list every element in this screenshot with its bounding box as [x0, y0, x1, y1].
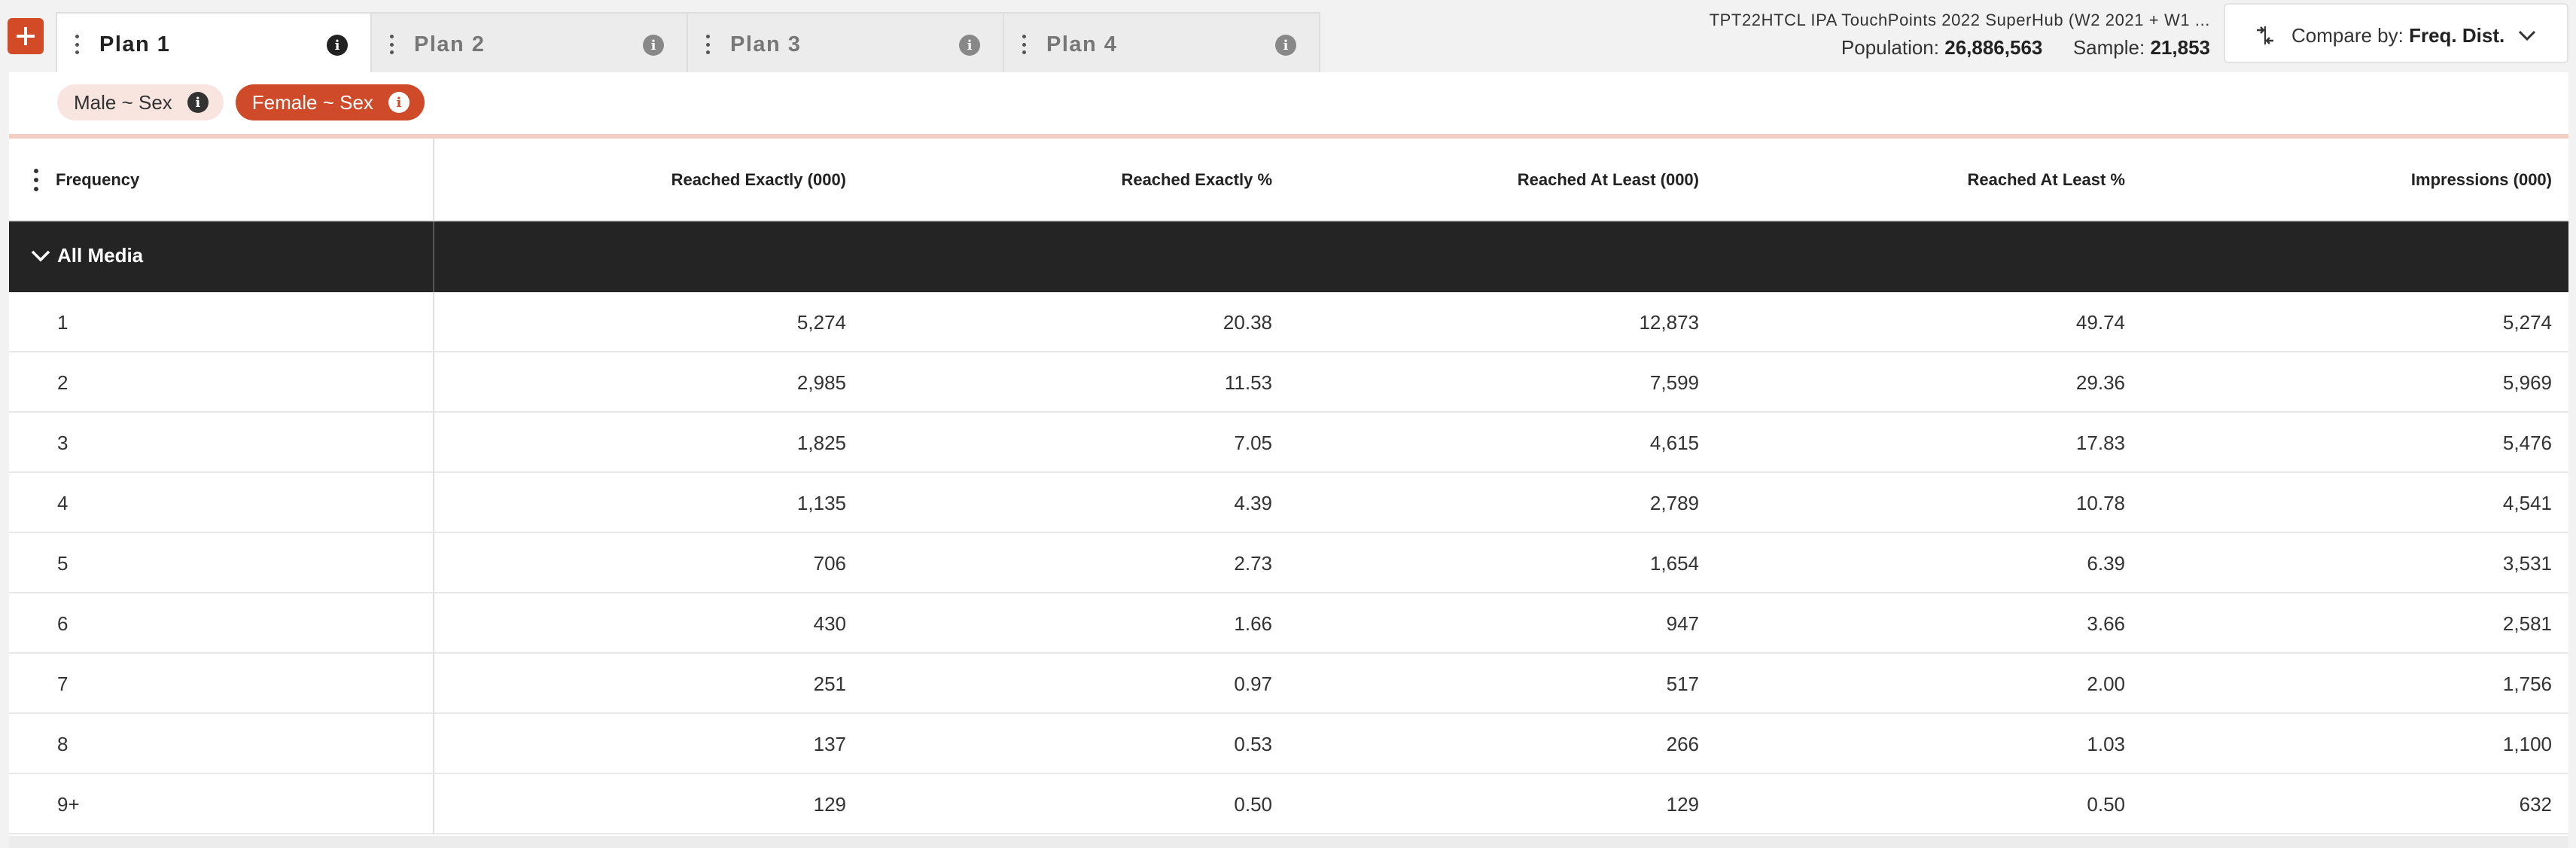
compare-by-label: Compare by: — [2291, 24, 2404, 47]
info-icon[interactable]: i — [327, 35, 348, 56]
value-cell: 2,581 — [2502, 612, 2552, 635]
info-icon[interactable]: i — [643, 35, 664, 56]
frequency-cell: 7 — [9, 654, 434, 714]
group-cell: All Media — [9, 221, 434, 292]
plan-tabs: Plan 1 i Plan 2 i Plan 3 i Plan 4 i — [56, 12, 1320, 74]
frequency-cell: 3 — [9, 413, 434, 473]
value-cell: 1,756 — [2502, 672, 2552, 695]
table-row[interactable]: 9+ 129 0.50 129 0.50 632 — [9, 774, 2568, 834]
population-label: Population: — [1841, 36, 1939, 59]
frequency-cell: 9+ — [9, 774, 434, 834]
table-row[interactable]: 8 137 0.53 266 1.03 1,100 — [9, 714, 2568, 774]
table-row[interactable]: 2 2,985 11.53 7,599 29.36 5,969 — [9, 352, 2568, 413]
tab-plan-1[interactable]: Plan 1 i — [56, 12, 372, 74]
sample-label: Sample: — [2072, 36, 2145, 59]
info-icon[interactable]: i — [959, 35, 980, 56]
frequency-cell: 1 — [9, 292, 434, 352]
column-header-frequency[interactable]: Frequency — [9, 139, 434, 221]
table-row[interactable]: 7 251 0.97 517 2.00 1,756 — [9, 654, 2568, 714]
top-bar: Plan 1 i Plan 2 i Plan 3 i Plan 4 i TPT2… — [0, 0, 2576, 74]
frequency-cell: 5 — [9, 533, 434, 593]
tab-plan-3[interactable]: Plan 3 i — [688, 12, 1004, 72]
value-cell: 5,476 — [2502, 431, 2552, 454]
table-row[interactable]: 6 430 1.66 947 3.66 2,581 — [9, 593, 2568, 654]
chevron-down-icon[interactable] — [30, 249, 51, 264]
filter-chips: Male ~ Sex i Female ~ Sex i — [9, 72, 2568, 133]
frequency-cell: 6 — [9, 593, 434, 654]
info-icon[interactable]: i — [187, 92, 209, 113]
compare-arrows-icon — [2257, 26, 2273, 44]
chevron-down-icon — [2518, 30, 2536, 41]
kebab-menu-icon[interactable] — [1021, 35, 1027, 54]
survey-info: TPT22HTCL IPA TouchPoints 2022 SuperHub … — [1710, 11, 2210, 59]
main-panel: Male ~ Sex i Female ~ Sex i Frequency Re… — [9, 72, 2568, 848]
table-row[interactable]: 1 5,274 20.38 12,873 49.74 5,274 — [9, 292, 2568, 352]
group-row-all-media[interactable]: All Media — [9, 221, 2568, 292]
table-header: Frequency Reached Exactly (000) Reached … — [9, 139, 2568, 221]
table-body: 1 5,274 20.38 12,873 49.74 5,274 2 2,985 11.53 7,… — [9, 292, 2568, 834]
filter-chip-female[interactable]: Female ~ Sex i — [235, 84, 425, 120]
compare-by-text: Compare by: Freq. Dist. — [2291, 24, 2504, 47]
value-cell: 4,541 — [2502, 491, 2552, 514]
chip-label: Female ~ Sex — [251, 90, 373, 114]
column-header-impressions[interactable]: Impressions (000) — [434, 139, 2552, 221]
info-icon[interactable]: i — [1275, 35, 1296, 56]
sample-value: 21,853 — [2150, 36, 2210, 59]
value-cell: 5,969 — [2502, 371, 2552, 394]
value-cell: 5,274 — [2502, 310, 2552, 334]
compare-by-value: Freq. Dist. — [2409, 24, 2505, 47]
value-cell: 3,531 — [2502, 551, 2552, 575]
frequency-cell: 4 — [9, 473, 434, 533]
population-sample: Population: 26,886,563 Sample: 21,853 — [1710, 36, 2210, 59]
table-row[interactable]: 4 1,135 4.39 2,789 10.78 4,541 — [9, 473, 2568, 533]
frequency-cell: 2 — [9, 352, 434, 413]
info-icon[interactable]: i — [388, 92, 410, 113]
tab-label: Plan 1 — [99, 32, 171, 56]
plus-icon — [17, 27, 35, 45]
value-cell: 632 — [2519, 792, 2552, 816]
frequency-cell: 8 — [9, 714, 434, 774]
value-cell: 1,100 — [2502, 732, 2552, 755]
kebab-menu-icon[interactable] — [74, 35, 80, 54]
horizontal-scrollbar[interactable] — [9, 836, 2568, 848]
population-value: 26,886,563 — [1944, 36, 2043, 59]
compare-by-dropdown[interactable]: Compare by: Freq. Dist. — [2224, 3, 2568, 63]
tab-label: Plan 3 — [730, 32, 802, 56]
add-plan-button[interactable] — [8, 18, 44, 54]
tab-plan-4[interactable]: Plan 4 i — [1004, 12, 1320, 72]
survey-name: TPT22HTCL IPA TouchPoints 2022 SuperHub … — [1709, 11, 2210, 29]
tab-label: Plan 2 — [414, 32, 486, 56]
column-header-label: Frequency — [56, 170, 140, 189]
filter-chip-male[interactable]: Male ~ Sex i — [57, 84, 224, 120]
tab-label: Plan 4 — [1046, 32, 1118, 56]
tab-plan-2[interactable]: Plan 2 i — [372, 12, 688, 72]
table-row[interactable]: 3 1,825 7.05 4,615 17.83 5,476 — [9, 413, 2568, 473]
group-label: All Media — [57, 244, 144, 267]
kebab-menu-icon[interactable] — [388, 35, 394, 54]
kebab-menu-icon[interactable] — [705, 35, 711, 54]
kebab-menu-icon[interactable] — [33, 169, 39, 191]
table-row[interactable]: 5 706 2.73 1,654 6.39 3,531 — [9, 533, 2568, 593]
chip-label: Male ~ Sex — [74, 90, 172, 114]
